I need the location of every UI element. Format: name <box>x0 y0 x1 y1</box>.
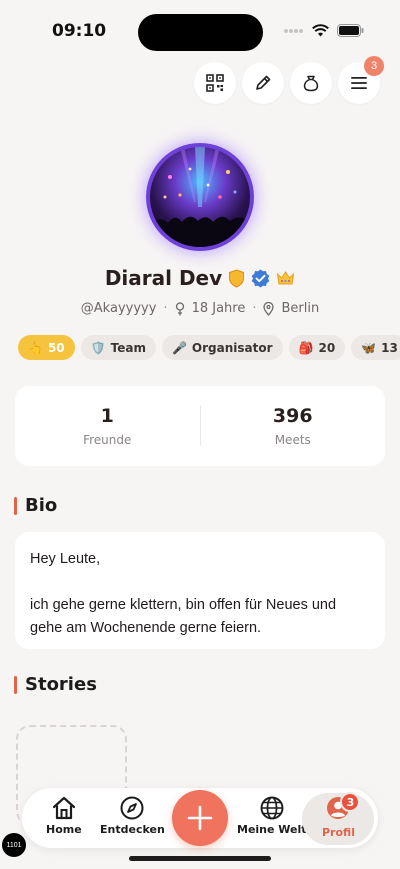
nav-world-label: Meine Welt <box>237 823 307 836</box>
chip-label: 20 <box>318 340 336 355</box>
meets-label: Meets <box>274 433 311 447</box>
nav-world[interactable]: Meine Welt <box>237 796 307 836</box>
status-time: 09:10 <box>52 21 107 41</box>
edit-profile-button[interactable] <box>242 62 284 104</box>
create-button[interactable] <box>172 790 228 846</box>
friends-stat[interactable]: 1 Freunde <box>15 405 200 447</box>
header-actions: 3 <box>194 56 384 104</box>
status-bar: 09:10 <box>0 0 400 62</box>
compass-icon <box>120 796 144 820</box>
chip-label: Team <box>110 340 146 355</box>
chip-label: 50 <box>47 340 65 355</box>
status-icons <box>284 24 364 37</box>
hamburger-menu-icon <box>351 77 367 89</box>
backpack-icon: 🎒 <box>298 340 314 355</box>
separator-dot: · <box>163 301 168 316</box>
pointing-hand-icon: 👆 <box>28 340 43 355</box>
bio-line: gehe am Wochenende gerne feiern. <box>30 620 262 636</box>
chip-label: Organisator <box>191 340 273 355</box>
debug-indicator[interactable]: 1101 <box>2 833 26 857</box>
nav-explore-label: Entdecken <box>100 823 165 836</box>
menu-button[interactable]: 3 <box>338 56 384 104</box>
menu-notification-badge: 3 <box>364 56 384 76</box>
age: 18 Jahre <box>191 301 246 316</box>
meets-stat[interactable]: 396 Meets <box>201 405 386 447</box>
bio-title: Bio <box>25 495 58 516</box>
butterfly-icon: 🦋 <box>361 340 377 355</box>
chip-points[interactable]: 👆 50 <box>18 335 75 360</box>
section-accent-bar <box>14 496 17 515</box>
battery-icon <box>337 24 364 37</box>
qr-code-icon <box>206 74 224 92</box>
globe-icon <box>260 796 284 820</box>
nav-home-label: Home <box>46 823 82 836</box>
friends-count: 1 <box>100 405 114 427</box>
wifi-icon <box>312 24 329 37</box>
stories-heading: Stories <box>14 674 97 695</box>
qr-code-button[interactable] <box>194 62 236 104</box>
wallet-button[interactable] <box>290 62 332 104</box>
separator-dot: · <box>252 301 257 316</box>
home-indicator[interactable] <box>129 856 271 861</box>
money-bag-icon <box>303 75 319 92</box>
verified-badge-icon <box>251 269 270 287</box>
chip-butterfly[interactable]: 🦋 13 <box>351 335 400 360</box>
profile-name-row: Diaral Dev <box>0 266 400 290</box>
meets-count: 396 <box>272 405 313 427</box>
avatar-image <box>150 147 250 247</box>
nav-explore[interactable]: Entdecken <box>100 796 165 836</box>
location-pin-icon <box>263 301 275 316</box>
home-icon <box>52 796 75 820</box>
chip-backpack[interactable]: 🎒 20 <box>288 335 346 360</box>
chip-organisator[interactable]: 🎤 Organisator <box>161 335 283 360</box>
friends-label: Freunde <box>83 433 132 447</box>
location: Berlin <box>281 301 320 316</box>
bio-card: Hey Leute, ich gehe gerne klettern, bin … <box>15 532 385 649</box>
bio-line: Hey Leute, <box>30 551 101 567</box>
shield-icon <box>229 268 245 288</box>
profile-icon-wrap: 3 <box>326 792 361 823</box>
bio-line: ich gehe gerne klettern, bin offen für N… <box>30 597 337 613</box>
avatar[interactable] <box>146 143 254 251</box>
profile-name: Diaral Dev <box>104 266 223 290</box>
pencil-icon <box>256 75 271 90</box>
bio-heading: Bio <box>14 495 57 516</box>
nav-profile-label: Profil <box>322 826 355 839</box>
signal-icon <box>284 28 303 33</box>
crown-icon <box>276 271 295 285</box>
nav-profile[interactable]: 3 Profil <box>322 792 361 839</box>
shield-icon: 🛡️ <box>90 340 106 355</box>
gender-icon <box>175 301 184 315</box>
badge-chips: 👆 50 🛡️ Team 🎤 Organisator 🎒 20 🦋 13 💦 <box>18 335 400 360</box>
stories-title: Stories <box>25 674 97 695</box>
section-accent-bar <box>14 675 17 694</box>
microphone-icon: 🎤 <box>171 340 187 355</box>
chip-team[interactable]: 🛡️ Team <box>80 335 156 360</box>
nav-home[interactable]: Home <box>46 796 82 836</box>
plus-icon <box>187 805 213 831</box>
username: @Akayyyyy <box>80 301 157 316</box>
stats-card: 1 Freunde 396 Meets <box>15 386 385 466</box>
dynamic-island <box>138 14 263 51</box>
chip-label: 13 <box>381 340 398 355</box>
profile-meta: @Akayyyyy · 18 Jahre · Berlin <box>0 301 400 316</box>
